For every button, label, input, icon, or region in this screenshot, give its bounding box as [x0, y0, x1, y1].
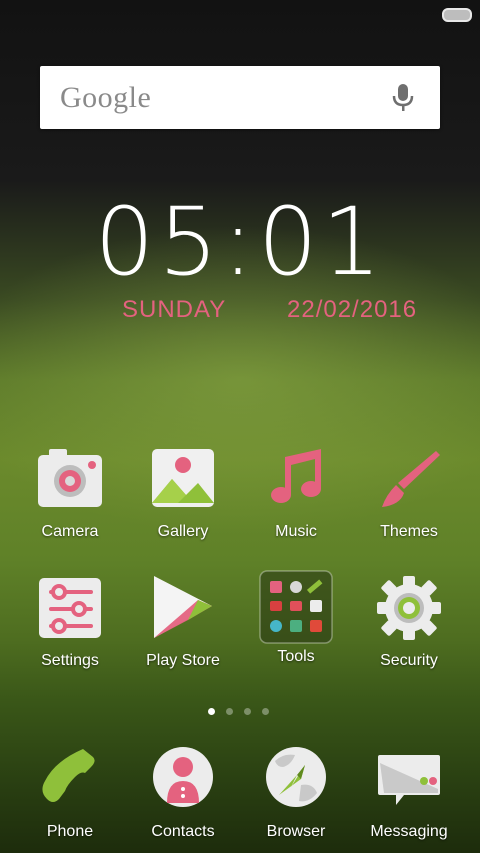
app-label: Play Store — [146, 652, 220, 669]
phone-icon — [35, 745, 105, 815]
dock-messaging[interactable]: Messaging — [354, 745, 464, 841]
clock-day: SUNDAY — [122, 296, 227, 323]
google-logo: Google — [60, 81, 152, 114]
app-label: Phone — [46, 823, 94, 840]
clock-date: 22/02/2016 — [287, 296, 418, 323]
app-themes[interactable]: Themes — [354, 445, 464, 541]
app-camera[interactable]: Camera — [15, 445, 125, 541]
gallery-icon — [148, 445, 218, 515]
app-label: Security — [380, 652, 438, 669]
battery-icon — [442, 8, 472, 22]
app-play-store[interactable]: Play Store — [128, 574, 238, 670]
app-music[interactable]: Music — [241, 445, 351, 541]
dock-browser[interactable]: Browser — [241, 745, 351, 841]
page-dot[interactable] — [226, 708, 233, 715]
mic-icon[interactable] — [392, 83, 414, 113]
app-label: Music — [275, 523, 317, 540]
app-label: Camera — [41, 523, 99, 540]
sliders-icon — [35, 574, 105, 644]
app-label: Messaging — [370, 823, 448, 840]
page-dot[interactable] — [208, 708, 215, 715]
app-folder-tools[interactable]: Tools — [241, 570, 351, 666]
app-label: Settings — [41, 652, 99, 669]
app-label: Themes — [380, 523, 438, 540]
app-gallery[interactable]: Gallery — [128, 445, 238, 541]
message-icon — [374, 745, 444, 815]
folder-icon — [259, 570, 333, 644]
play-store-icon — [148, 574, 218, 644]
camera-icon — [35, 445, 105, 515]
app-label: Gallery — [157, 523, 209, 540]
app-security[interactable]: Security — [354, 574, 464, 670]
app-label: Tools — [277, 648, 315, 665]
page-dot[interactable] — [244, 708, 251, 715]
clock-time[interactable]: 05:01 — [0, 188, 480, 297]
gear-icon — [374, 574, 444, 644]
app-label: Contacts — [151, 823, 215, 840]
globe-icon — [261, 745, 331, 815]
app-settings[interactable]: Settings — [15, 574, 125, 670]
page-dot[interactable] — [262, 708, 269, 715]
paintbrush-icon — [374, 445, 444, 515]
page-indicator[interactable] — [208, 702, 280, 720]
contacts-icon — [148, 745, 218, 815]
dock-phone[interactable]: Phone — [15, 745, 125, 841]
dock-contacts[interactable]: Contacts — [128, 745, 238, 841]
google-search-bar[interactable]: Google — [40, 66, 440, 129]
music-note-icon — [261, 445, 331, 515]
app-label: Browser — [266, 823, 326, 840]
